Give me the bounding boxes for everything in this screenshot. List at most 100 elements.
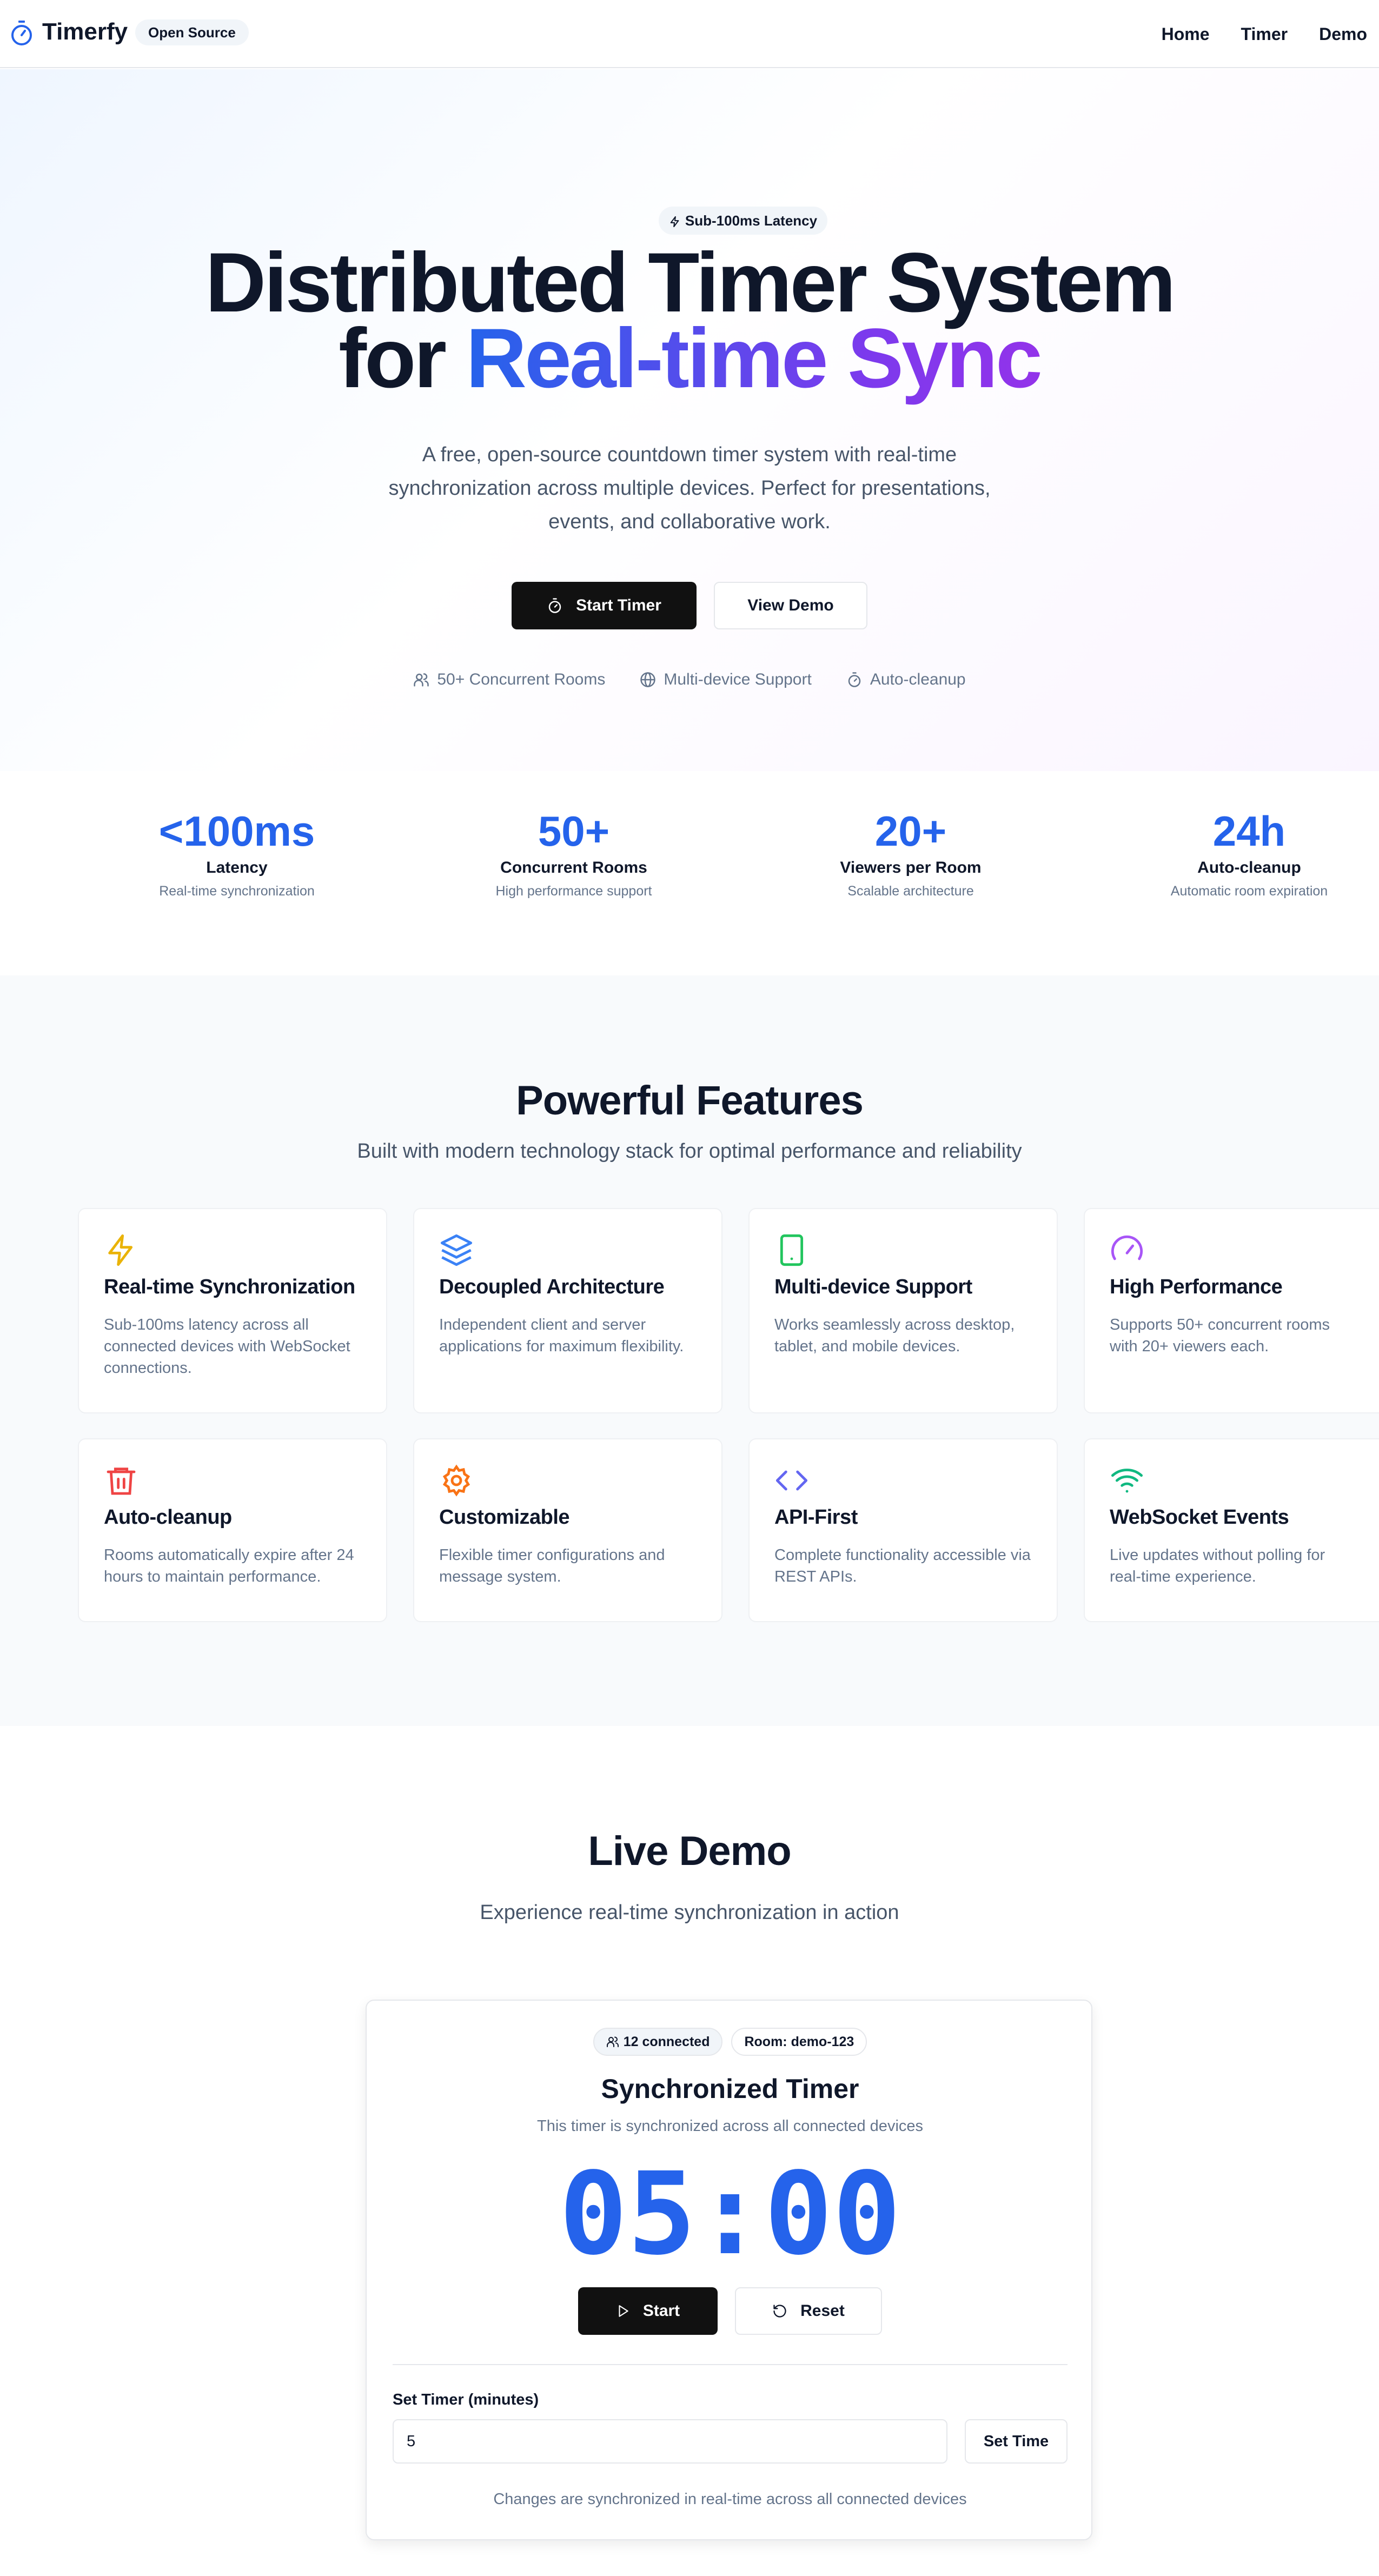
stats-section: <100ms Latency Real-time synchronization… xyxy=(0,771,1379,975)
feature-card-desc: Supports 50+ concurrent rooms with 20+ v… xyxy=(1110,1316,1330,1355)
feature-card-title: Multi-device Support xyxy=(774,1276,972,1298)
latency-pill-label: Sub-100ms Latency xyxy=(685,213,818,229)
globe-icon xyxy=(640,672,656,687)
stopwatch-logo-icon xyxy=(11,21,32,45)
nav-link-demo[interactable]: Demo xyxy=(1319,24,1367,44)
top-navbar: Timerfy Open Source Home Timer Demo xyxy=(0,0,1379,68)
feature-card-performance: High Performance Supports 50+ concurrent… xyxy=(1084,1208,1379,1413)
stat-label: Concurrent Rooms xyxy=(500,859,647,877)
play-icon xyxy=(619,2305,628,2317)
stat-label: Auto-cleanup xyxy=(1197,859,1301,877)
layers-icon xyxy=(440,1234,473,1266)
features-subtitle: Built with modern technology stack for o… xyxy=(357,1140,1022,1163)
stat-value: 50+ xyxy=(538,807,610,855)
feature-card-cleanup: Auto-cleanup Rooms automatically expire … xyxy=(78,1438,387,1622)
feature-card-title: High Performance xyxy=(1110,1276,1283,1298)
hero-title: Distributed Timer System for Real-time S… xyxy=(0,241,1379,401)
stat-value: <100ms xyxy=(158,807,315,855)
stat-value: 20+ xyxy=(874,807,947,855)
reset-button-label: Reset xyxy=(800,2302,845,2320)
timer-subtitle: This timer is synchronized across all co… xyxy=(536,2117,924,2135)
hero-feature-cleanup: Auto-cleanup xyxy=(846,670,966,689)
nav-link-timer[interactable]: Timer xyxy=(1241,24,1288,44)
reset-button[interactable]: Reset xyxy=(735,2287,882,2335)
zap-icon xyxy=(108,1234,133,1266)
feature-card-title: Customizable xyxy=(439,1506,570,1529)
hero-description: A free, open-source countdown timer syst… xyxy=(388,443,991,533)
feature-card-title: API-First xyxy=(774,1506,858,1529)
hero-feature-cleanup-label: Auto-cleanup xyxy=(870,670,966,688)
features-section: Powerful Features Built with modern tech… xyxy=(0,975,1379,1726)
hero-feature-devices-label: Multi-device Support xyxy=(664,670,812,688)
nav-links: Home Timer Demo xyxy=(1162,0,1379,68)
stat-sub: Scalable architecture xyxy=(847,884,974,899)
timer-icon xyxy=(848,672,861,687)
users-icon xyxy=(414,673,429,687)
demo-section: Live Demo Experience real-time synchroni… xyxy=(0,1726,1379,2576)
connected-count: 12 connected xyxy=(623,2034,710,2049)
brand-name[interactable]: Timerfy xyxy=(42,18,128,45)
features-title: Powerful Features xyxy=(516,1078,864,1124)
demo-title: Live Demo xyxy=(588,1828,791,1874)
latency-pill: Sub-100ms Latency xyxy=(659,207,827,235)
users-icon xyxy=(606,2036,619,2047)
feature-card-websocket: WebSocket Events Live updates without po… xyxy=(1084,1438,1379,1622)
start-timer-label: Start Timer xyxy=(576,596,661,614)
reset-icon xyxy=(773,2305,786,2318)
timer-title: Synchronized Timer xyxy=(601,2074,859,2104)
set-timer-label: Set Timer (minutes) xyxy=(393,2391,539,2408)
timer-panel: 12 connected Room: demo-123 Synchronized… xyxy=(366,2000,1092,2540)
stat-label: Latency xyxy=(206,859,268,877)
hero-buttons: Start Timer View Demo xyxy=(0,582,1379,629)
open-source-badge: Open Source xyxy=(135,19,249,45)
feature-card-title: Real-time Synchronization xyxy=(104,1276,355,1298)
zap-icon xyxy=(670,216,679,228)
feature-card-api: API-First Complete functionality accessi… xyxy=(748,1438,1058,1622)
feature-card-architecture: Decoupled Architecture Independent clien… xyxy=(413,1208,722,1413)
timer-icon xyxy=(548,598,561,613)
view-demo-button[interactable]: View Demo xyxy=(714,582,867,629)
timer-display: 05:00 xyxy=(559,2148,901,2280)
nav-link-home[interactable]: Home xyxy=(1162,24,1210,44)
feature-card-realtime: Real-time Synchronization Sub-100ms late… xyxy=(78,1208,387,1413)
hero-title-for: for xyxy=(339,311,447,406)
room-id: Room: demo-123 xyxy=(744,2034,854,2049)
stat-latency: <100ms Latency Real-time synchronization xyxy=(102,807,372,899)
timer-controls: Start Reset xyxy=(367,2287,1093,2335)
minutes-input[interactable] xyxy=(393,2419,947,2464)
room-badge: Room: demo-123 xyxy=(731,2028,867,2056)
start-button[interactable]: Start xyxy=(578,2287,718,2335)
start-timer-button[interactable]: Start Timer xyxy=(512,582,697,629)
connected-badge: 12 connected xyxy=(593,2028,723,2056)
tablet-icon xyxy=(780,1234,804,1266)
set-time-button[interactable]: Set Time xyxy=(965,2419,1068,2464)
feature-card-desc: Flexible timer configurations and messag… xyxy=(439,1546,665,1585)
timer-chips: 12 connected Room: demo-123 xyxy=(367,2028,1093,2056)
feature-card-desc: Sub-100ms latency across all connected d… xyxy=(104,1316,350,1377)
feature-card-desc: Rooms automatically expire after 24 hour… xyxy=(104,1546,354,1585)
feature-card-title: Auto-cleanup xyxy=(104,1506,232,1529)
stat-cleanup: 24h Auto-cleanup Automatic room expirati… xyxy=(1114,807,1379,899)
gear-icon xyxy=(442,1464,470,1497)
hero-title-highlight: Real-time Sync xyxy=(466,311,1042,406)
stat-rooms: 50+ Concurrent Rooms High performance su… xyxy=(439,807,709,899)
stat-value: 24h xyxy=(1212,807,1286,855)
gauge-icon xyxy=(1111,1235,1143,1260)
hero-section: Sub-100ms Latency Distributed Timer Syst… xyxy=(0,69,1379,771)
hero-feature-rooms: 50+ Concurrent Rooms xyxy=(413,670,605,689)
trash-icon xyxy=(107,1468,136,1495)
panel-divider xyxy=(393,2364,1068,2365)
hero-feature-rooms-label: 50+ Concurrent Rooms xyxy=(437,670,606,688)
code-icon xyxy=(775,1470,808,1491)
hero-feature-list: 50+ Concurrent Rooms Multi-device Suppor… xyxy=(0,670,1379,689)
feature-card-customizable: Customizable Flexible timer configuratio… xyxy=(413,1438,722,1622)
view-demo-label: View Demo xyxy=(747,596,834,614)
feature-card-desc: Independent client and server applicatio… xyxy=(439,1316,684,1355)
feature-card-desc: Live updates without polling for real-ti… xyxy=(1110,1546,1325,1585)
stat-sub: Real-time synchronization xyxy=(159,884,315,899)
sync-note: Changes are synchronized in real-time ac… xyxy=(493,2491,967,2508)
stat-sub: Automatic room expiration xyxy=(1170,884,1328,899)
stat-label: Viewers per Room xyxy=(840,859,982,877)
feature-card-desc: Works seamlessly across desktop, tablet,… xyxy=(774,1316,1015,1355)
start-button-label: Start xyxy=(642,2302,680,2320)
